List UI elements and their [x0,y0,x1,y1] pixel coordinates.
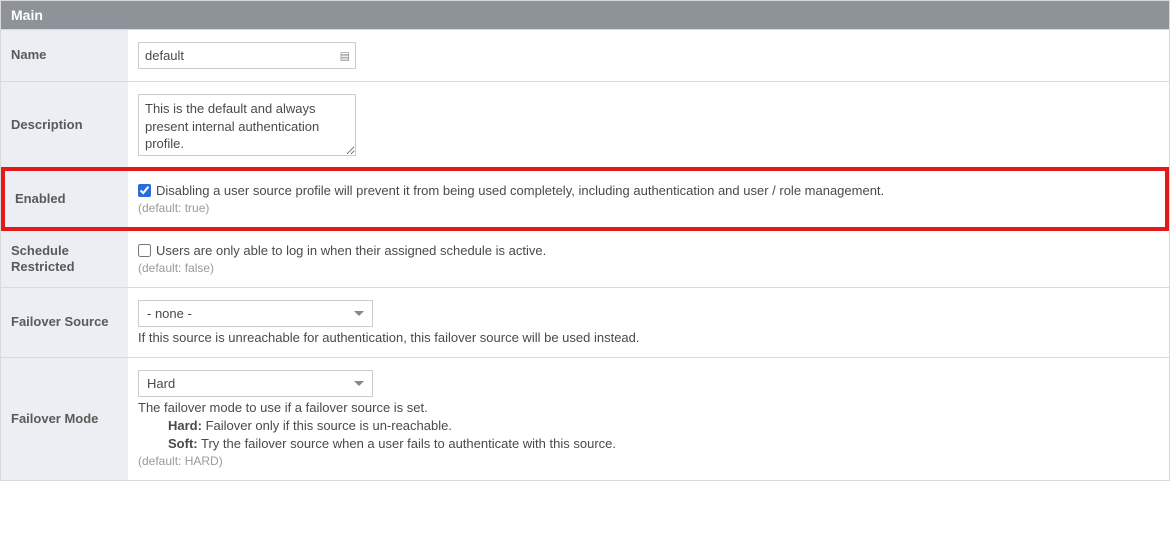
failover-mode-select[interactable]: Hard [138,370,373,397]
row-schedule-restricted: Schedule Restricted Users are only able … [1,230,1169,287]
row-failover-source: Failover Source - none - If this source … [1,287,1169,357]
soft-desc: Try the failover source when a user fail… [198,436,616,451]
enabled-desc: Disabling a user source profile will pre… [156,183,884,198]
schedule-restricted-desc: Users are only able to log in when their… [156,243,546,258]
label-schedule-restricted: Schedule Restricted [1,231,128,287]
failover-mode-default: (default: HARD) [138,454,1159,468]
failover-source-desc: If this source is unreachable for authen… [138,330,1159,345]
schedule-restricted-default: (default: false) [138,261,1159,275]
name-input[interactable] [138,42,356,69]
failover-mode-soft-line: Soft: Try the failover source when a use… [138,436,1159,451]
label-description: Description [1,82,128,168]
failover-mode-desc: The failover mode to use if a failover s… [138,400,1159,415]
failover-source-select[interactable]: - none - [138,300,373,327]
main-panel: Main Name ▤ Description This is the defa… [0,0,1170,481]
description-textarea[interactable]: This is the default and always present i… [138,94,356,156]
row-description: Description This is the default and alwa… [1,81,1169,168]
hard-label: Hard: [168,418,202,433]
row-failover-mode: Failover Mode Hard The failover mode to … [1,357,1169,480]
label-failover-mode: Failover Mode [1,358,128,480]
failover-mode-hard-line: Hard: Failover only if this source is un… [138,418,1159,433]
enabled-default: (default: true) [138,201,1155,215]
row-enabled: Enabled Disabling a user source profile … [1,167,1169,231]
label-enabled: Enabled [5,171,128,227]
schedule-restricted-checkbox[interactable] [138,244,151,257]
row-name: Name ▤ [1,29,1169,81]
panel-title: Main [1,1,1169,29]
enabled-checkbox[interactable] [138,184,151,197]
soft-label: Soft: [168,436,198,451]
label-failover-source: Failover Source [1,288,128,357]
label-name: Name [1,30,128,81]
hard-desc: Failover only if this source is un-reach… [202,418,452,433]
